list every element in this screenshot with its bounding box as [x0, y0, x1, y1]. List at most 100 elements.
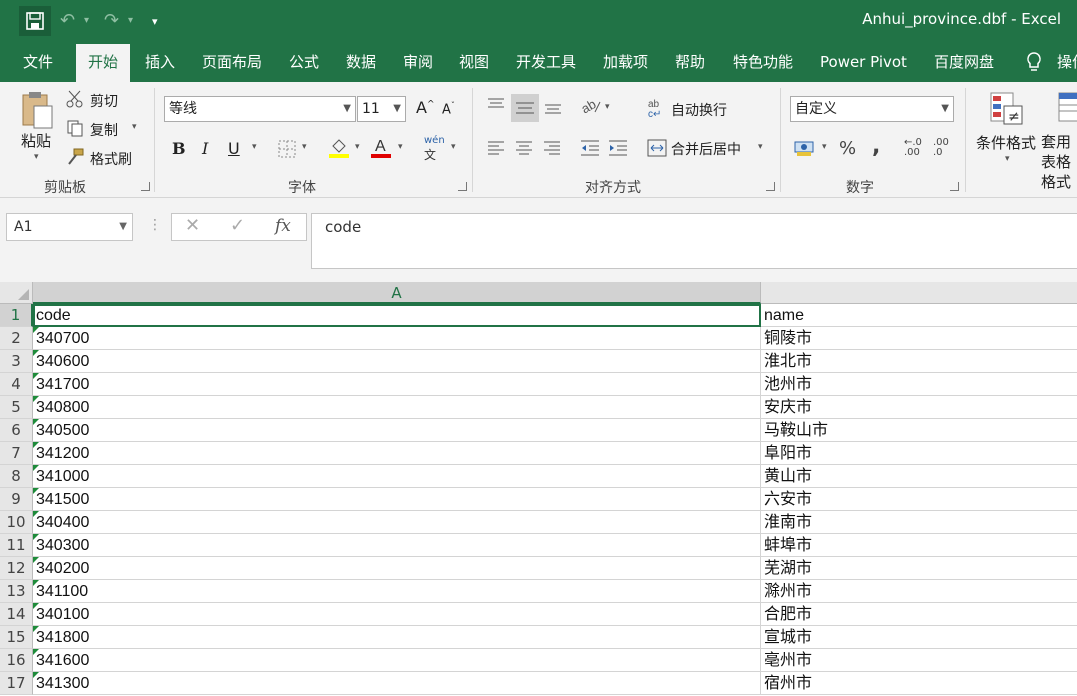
- font-name-select[interactable]: 等线 ▼: [164, 96, 356, 122]
- confirm-edit-icon[interactable]: ✓: [230, 215, 245, 236]
- number-format-select[interactable]: 自定义 ▼: [790, 96, 954, 122]
- cell-name[interactable]: 池州市: [761, 373, 1077, 396]
- formula-bar-grip-icon[interactable]: ⋮: [148, 217, 162, 233]
- paste-icon[interactable]: [20, 90, 54, 134]
- conditional-formatting-button[interactable]: 条件格式: [976, 132, 1036, 153]
- cell-code[interactable]: 340600: [33, 350, 761, 373]
- font-color-icon[interactable]: A: [370, 136, 392, 162]
- cell-name[interactable]: 六安市: [761, 488, 1077, 511]
- row-header[interactable]: 14: [0, 603, 33, 626]
- save-button[interactable]: [19, 6, 51, 36]
- cell-name[interactable]: 马鞍山市: [761, 419, 1077, 442]
- name-box[interactable]: A1 ▼: [6, 213, 133, 241]
- cell-code[interactable]: 340800: [33, 396, 761, 419]
- tab-view[interactable]: 视图: [459, 42, 489, 82]
- row-header[interactable]: 11: [0, 534, 33, 557]
- tab-page-layout[interactable]: 页面布局: [202, 42, 262, 82]
- font-color-dropdown-icon[interactable]: ▾: [398, 142, 403, 152]
- cell-name[interactable]: 宣城市: [761, 626, 1077, 649]
- cell-code[interactable]: 341600: [33, 649, 761, 672]
- paste-dropdown-icon[interactable]: ▾: [34, 152, 39, 162]
- cell-name[interactable]: 滁州市: [761, 580, 1077, 603]
- conditional-formatting-dropdown-icon[interactable]: ▾: [1005, 154, 1010, 164]
- currency-icon[interactable]: [794, 138, 816, 162]
- cell-code[interactable]: 341500: [33, 488, 761, 511]
- copy-button[interactable]: 复制: [90, 120, 118, 140]
- increase-indent-icon[interactable]: [608, 139, 628, 161]
- font-size-select[interactable]: 11 ▼: [357, 96, 406, 122]
- cell-code[interactable]: 341200: [33, 442, 761, 465]
- row-header[interactable]: 2: [0, 327, 33, 350]
- tab-home[interactable]: 开始: [76, 44, 131, 82]
- merge-dropdown-icon[interactable]: ▾: [758, 142, 763, 152]
- decrease-indent-icon[interactable]: [580, 139, 600, 161]
- orientation-dropdown-icon[interactable]: ▾: [605, 102, 610, 112]
- tab-review[interactable]: 审阅: [403, 42, 433, 82]
- tab-special-features[interactable]: 特色功能: [733, 42, 793, 82]
- tab-addins[interactable]: 加载项: [603, 42, 648, 82]
- borders-dropdown-icon[interactable]: ▾: [302, 142, 307, 152]
- cell-code[interactable]: 341000: [33, 465, 761, 488]
- format-painter-button[interactable]: 格式刷: [90, 149, 132, 169]
- cell-code[interactable]: 341800: [33, 626, 761, 649]
- undo-button[interactable]: ↶: [60, 10, 75, 31]
- cell-code[interactable]: 340200: [33, 557, 761, 580]
- tab-developer[interactable]: 开发工具: [516, 42, 576, 82]
- cell-name[interactable]: 黄山市: [761, 465, 1077, 488]
- format-as-table-button[interactable]: 套用表格格式: [1041, 132, 1077, 192]
- copy-dropdown-icon[interactable]: ▾: [132, 122, 137, 132]
- cell-code[interactable]: 340300: [33, 534, 761, 557]
- undo-dropdown-icon[interactable]: ▾: [84, 15, 89, 26]
- align-left-icon[interactable]: [487, 140, 505, 160]
- row-header[interactable]: 4: [0, 373, 33, 396]
- cell-name[interactable]: 淮北市: [761, 350, 1077, 373]
- row-header[interactable]: 16: [0, 649, 33, 672]
- row-header[interactable]: 13: [0, 580, 33, 603]
- cell-name[interactable]: 宿州市: [761, 672, 1077, 695]
- cell-code[interactable]: 340100: [33, 603, 761, 626]
- row-header[interactable]: 7: [0, 442, 33, 465]
- cell-name[interactable]: name: [761, 304, 1077, 327]
- redo-dropdown-icon[interactable]: ▾: [128, 15, 133, 26]
- percent-button[interactable]: %: [839, 138, 856, 159]
- customize-quick-access-icon[interactable]: ▾: [152, 15, 158, 28]
- row-header[interactable]: 9: [0, 488, 33, 511]
- grow-font-button[interactable]: A^: [416, 98, 435, 117]
- cell-name[interactable]: 蚌埠市: [761, 534, 1077, 557]
- cell-code[interactable]: 341700: [33, 373, 761, 396]
- cell-name[interactable]: 安庆市: [761, 396, 1077, 419]
- font-launcher-icon[interactable]: [458, 182, 467, 191]
- underline-button[interactable]: U: [228, 139, 240, 158]
- cell-name[interactable]: 淮南市: [761, 511, 1077, 534]
- column-header-a[interactable]: A: [33, 282, 761, 304]
- merge-center-button[interactable]: 合并后居中: [671, 139, 741, 159]
- row-header[interactable]: 10: [0, 511, 33, 534]
- cell-name[interactable]: 亳州市: [761, 649, 1077, 672]
- cut-button[interactable]: 剪切: [90, 91, 118, 111]
- decrease-decimal-button[interactable]: .00.0: [933, 138, 949, 158]
- shrink-font-button[interactable]: Aˇ: [442, 101, 455, 117]
- redo-button[interactable]: ↷: [104, 10, 119, 31]
- column-header-b[interactable]: [761, 282, 1077, 304]
- cell-name[interactable]: 合肥市: [761, 603, 1077, 626]
- alignment-launcher-icon[interactable]: [766, 182, 775, 191]
- cell-code[interactable]: 340400: [33, 511, 761, 534]
- cell-code[interactable]: 341100: [33, 580, 761, 603]
- tab-data[interactable]: 数据: [346, 42, 376, 82]
- formula-input[interactable]: code: [311, 213, 1077, 269]
- cell-code[interactable]: 340700: [33, 327, 761, 350]
- lightbulb-icon[interactable]: [1026, 52, 1042, 78]
- cell-name[interactable]: 芜湖市: [761, 557, 1077, 580]
- cell-code[interactable]: 340500: [33, 419, 761, 442]
- fill-color-icon[interactable]: [328, 136, 350, 162]
- underline-dropdown-icon[interactable]: ▾: [252, 142, 257, 152]
- tab-insert[interactable]: 插入: [145, 42, 175, 82]
- increase-decimal-button[interactable]: ←.0.00: [904, 138, 922, 158]
- align-middle-icon[interactable]: [511, 94, 539, 122]
- align-right-icon[interactable]: [543, 140, 561, 160]
- row-header[interactable]: 5: [0, 396, 33, 419]
- cell-a1-active[interactable]: code: [33, 304, 761, 327]
- number-launcher-icon[interactable]: [950, 182, 959, 191]
- insert-function-icon[interactable]: fx: [275, 216, 291, 236]
- select-all-button[interactable]: [0, 282, 33, 304]
